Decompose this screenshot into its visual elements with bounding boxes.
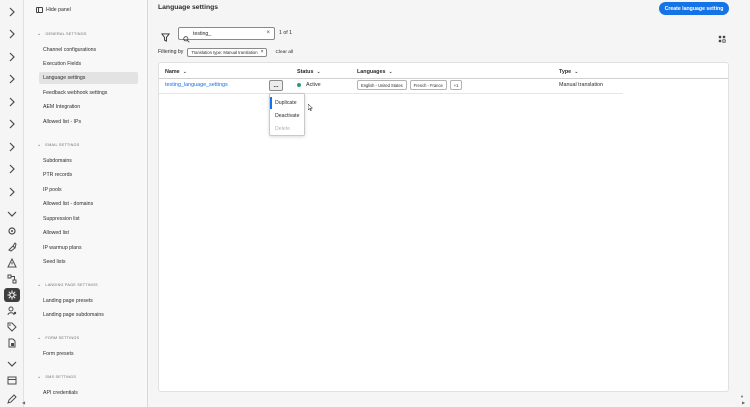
panel-item-channel-configurations[interactable]: Channel configurations — [39, 44, 138, 56]
actions-menu: Duplicate Deactivate Delete — [269, 93, 305, 136]
chevron-right-icon[interactable] — [5, 5, 19, 19]
column-header-status[interactable]: Status ⌄ — [297, 67, 321, 77]
status-cell: Active — [297, 82, 321, 88]
clear-search-icon[interactable]: × — [266, 30, 270, 36]
panel-item-ip-warmup-plans[interactable]: IP warmup plans — [39, 242, 138, 254]
section-header-email[interactable]: ⌄ EMAIL SETTINGS — [37, 141, 80, 149]
language-settings-table: Name ⌄ Status ⌄ Languages ⌄ Type ⌄ testing_l… — [158, 62, 729, 392]
panel-item-landing-page-presets[interactable]: Landing page presets — [39, 295, 138, 307]
panel-item-api-credentials[interactable]: API credentials — [39, 387, 138, 399]
search-input[interactable] — [193, 30, 263, 37]
scroll-down-arrow-icon[interactable]: ▼ — [740, 394, 744, 399]
chevron-right-icon[interactable] — [5, 162, 19, 176]
user-settings-icon[interactable] — [5, 304, 19, 318]
alert-icon[interactable] — [5, 256, 19, 270]
column-settings-icon[interactable] — [718, 30, 726, 43]
search-icon — [183, 30, 190, 43]
more-languages-tag[interactable]: +1 — [449, 80, 463, 90]
chevron-right-icon[interactable] — [5, 117, 19, 131]
gear-icon[interactable] — [5, 224, 19, 238]
chevron-down-icon: ⌄ — [37, 142, 42, 148]
search-field[interactable]: × — [178, 27, 275, 43]
chevron-right-icon[interactable] — [5, 72, 19, 86]
chevron-down-icon: ⌄ — [37, 335, 42, 341]
chevron-down-icon[interactable] — [5, 207, 19, 221]
filter-chip-label: Translation type: Manual translation — [191, 49, 258, 55]
section-header-general[interactable]: ⌄ GENERAL SETTINGS — [37, 30, 87, 38]
menu-item-delete: Delete — [275, 126, 290, 132]
chevron-down-icon: ⌄ — [37, 282, 42, 288]
column-header-languages[interactable]: Languages ⌄ — [357, 67, 393, 77]
result-count: 1 of 1 — [279, 30, 292, 36]
status-label: Active — [306, 82, 321, 88]
filtering-by-label: Filtering by — [158, 49, 184, 55]
panel-item-allowed-list-ips[interactable]: Allowed list - IPs — [39, 116, 138, 128]
scroll-left-arrow-icon[interactable]: ◀ — [22, 400, 25, 405]
status-dot-icon — [297, 83, 301, 87]
chevron-down-icon: ⌄ — [388, 69, 393, 75]
chevron-right-icon[interactable] — [5, 50, 19, 64]
more-actions-button[interactable]: ... — [269, 80, 283, 91]
hide-panel-label: Hide panel — [46, 7, 71, 13]
menu-item-duplicate[interactable]: Duplicate — [270, 97, 304, 109]
filter-chip[interactable]: Translation type: Manual translation × — [187, 47, 268, 57]
clear-all-link[interactable]: Clear all — [275, 50, 293, 55]
panel-item-aem-integration[interactable]: AEM Integration — [39, 101, 138, 113]
page-title: Language settings — [158, 4, 219, 11]
filter-icon[interactable] — [161, 29, 170, 42]
chevron-right-icon[interactable] — [5, 140, 19, 154]
left-rail — [0, 0, 24, 407]
panel-item-suppression-list[interactable]: Suppression list — [39, 213, 138, 225]
chevron-down-icon: ⌄ — [316, 69, 321, 75]
panel-item-seed-lists[interactable]: Seed lists — [39, 256, 138, 268]
language-tag: English - United States — [357, 80, 407, 90]
panel-item-execution-fields[interactable]: Execution Fields — [39, 58, 138, 70]
create-language-setting-button[interactable]: Create language setting — [659, 2, 729, 15]
panel-item-subdomains[interactable]: Subdomains — [39, 155, 138, 167]
chevron-right-icon[interactable] — [5, 27, 19, 41]
document-lock-icon[interactable] — [5, 336, 19, 350]
settings-active-icon[interactable] — [4, 288, 20, 302]
panel-item-landing-page-subdomains[interactable]: Landing page subdomains — [39, 309, 138, 321]
mouse-cursor-icon — [308, 104, 313, 111]
row-divider — [159, 93, 623, 94]
languages-cell: English - United States French - France … — [357, 80, 465, 90]
chevron-down-icon[interactable] — [5, 357, 19, 371]
menu-item-deactivate[interactable]: Deactivate — [270, 110, 304, 122]
column-header-name[interactable]: Name ⌄ — [165, 67, 187, 77]
pencil-icon[interactable] — [5, 392, 19, 406]
panel-item-feedback-webhook[interactable]: Feedback webhook settings — [39, 87, 138, 99]
calendar-icon[interactable] — [5, 373, 19, 387]
language-tag: French - France — [409, 80, 447, 90]
chevron-down-icon: ⌄ — [37, 374, 42, 380]
filter-row: Filtering by Translation type: Manual tr… — [158, 47, 293, 57]
panel-item-ptr-records[interactable]: PTR records — [39, 169, 138, 181]
scroll-right-arrow-icon[interactable]: ▶ — [742, 400, 745, 405]
panel-item-language-settings[interactable]: Language settings — [39, 72, 138, 84]
column-header-type[interactable]: Type ⌄ — [559, 67, 578, 77]
panel-item-form-presets[interactable]: Form presets — [39, 348, 138, 360]
panel-icon — [36, 7, 43, 13]
remove-filter-icon[interactable]: × — [261, 49, 264, 55]
settings-panel: Hide panel ⌄ GENERAL SETTINGS Channel con… — [24, 0, 148, 407]
hide-panel-button[interactable]: Hide panel — [36, 5, 71, 15]
type-cell: Manual translation — [559, 82, 604, 88]
setting-name-link[interactable]: testing_language_settings — [165, 82, 228, 88]
chevron-right-icon[interactable] — [5, 185, 19, 199]
chevron-down-icon: ⌄ — [574, 69, 579, 75]
section-header-sms[interactable]: ⌄ SMS SETTINGS — [37, 373, 76, 381]
main-content: Language settings Create language settin… — [149, 0, 750, 407]
section-header-form[interactable]: ⌄ FORM SETTINGS — [37, 334, 79, 342]
chevron-down-icon: ⌄ — [182, 69, 187, 75]
section-header-landing-page[interactable]: ⌄ LANDING PAGE SETTINGS — [37, 281, 98, 289]
chevron-down-icon: ⌄ — [37, 31, 42, 37]
header-divider — [159, 78, 728, 79]
panel-item-allowed-list[interactable]: Allowed list — [39, 227, 138, 239]
chevron-right-icon[interactable] — [5, 95, 19, 109]
panel-item-allowed-list-domains[interactable]: Allowed list - domains — [39, 198, 138, 210]
workflow-icon[interactable] — [5, 272, 19, 286]
panel-item-ip-pools[interactable]: IP pools — [39, 184, 138, 196]
brush-icon[interactable] — [5, 240, 19, 254]
tag-icon[interactable] — [5, 320, 19, 334]
